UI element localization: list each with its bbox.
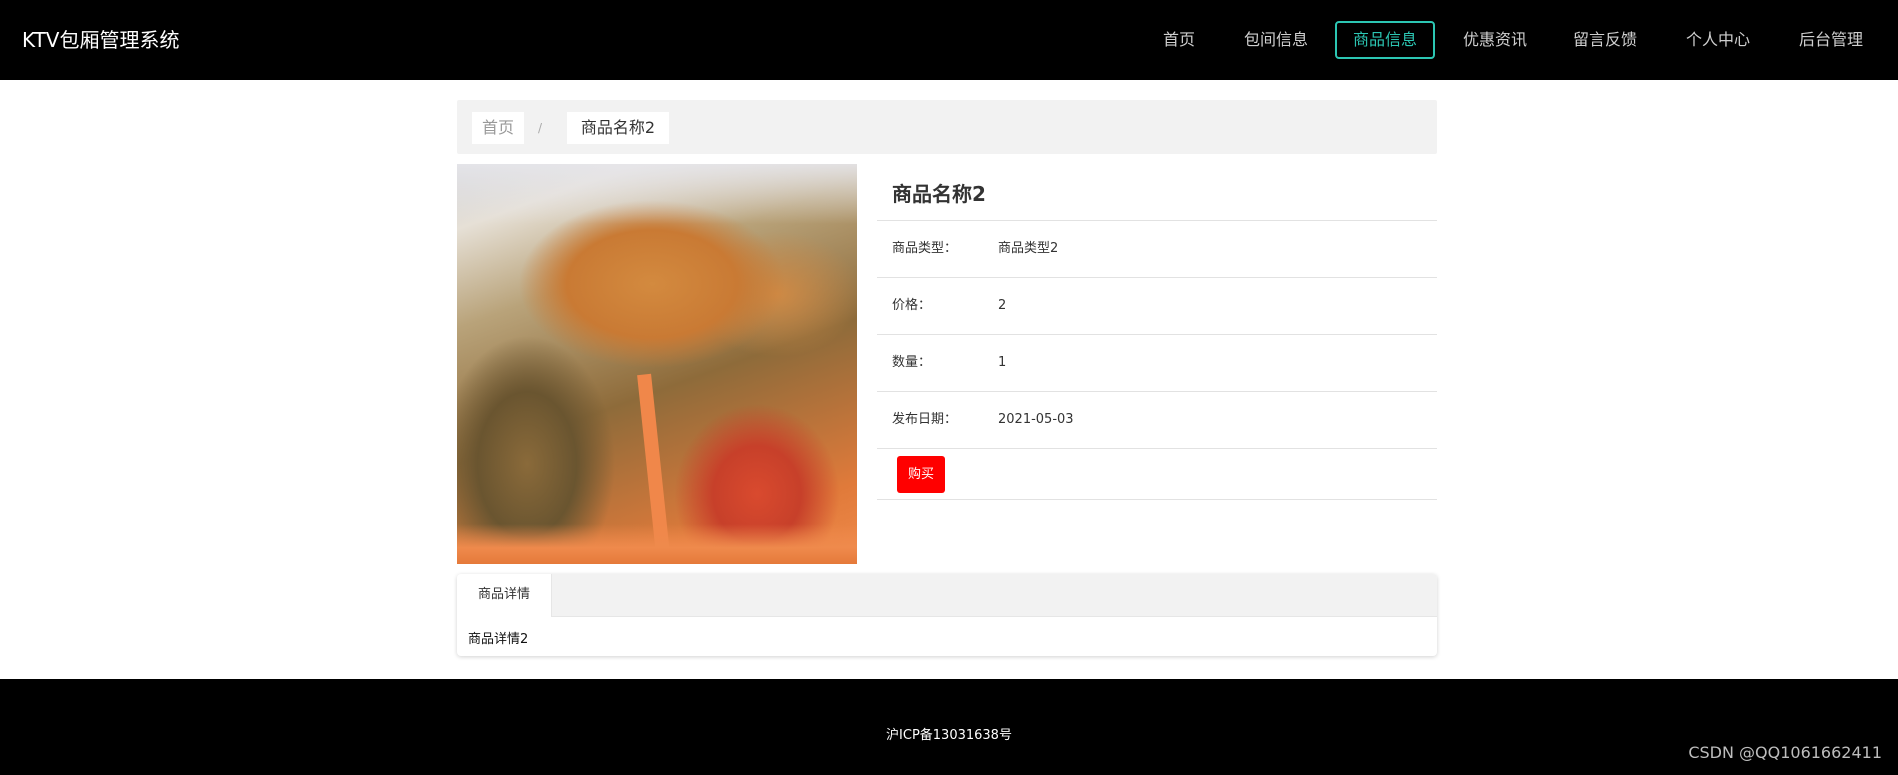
watermark: CSDN @QQ1061662411 [1688,743,1882,762]
field-label-date: 发布日期： [892,412,958,427]
field-value-date: 2021-05-03 [998,412,1074,427]
nav-item-admin[interactable]: 后台管理 [1790,21,1872,59]
breadcrumb-home-link[interactable]: 首页 [472,112,524,144]
photo-tray-edge [457,524,857,564]
breadcrumb-separator: / [538,121,543,135]
nav-item-rooms[interactable]: 包间信息 [1236,21,1316,59]
nav-item-promotions[interactable]: 优惠资讯 [1454,21,1536,59]
top-navbar: KTV包厢管理系统 首页 包间信息 商品信息 优惠资讯 留言反馈 个人中心 后台… [0,0,1898,80]
divider [877,277,1437,278]
nav-item-products[interactable]: 商品信息 [1335,21,1435,59]
photo-plastic-wrap [457,164,857,224]
divider [877,499,1437,500]
tab-header: 商品详情 [457,574,1437,617]
breadcrumb-current: 商品名称2 [567,112,669,144]
product-photo [457,164,857,564]
divider [877,220,1437,221]
site-brand[interactable]: KTV包厢管理系统 [22,26,179,54]
field-label-quantity: 数量： [892,355,932,370]
field-value-price: 2 [998,298,1007,313]
divider [877,334,1437,335]
tab-product-details[interactable]: 商品详情 [457,574,552,617]
icp-record: 沪ICP备13031638号 [886,728,1012,743]
breadcrumb: 首页 / 商品名称2 [457,100,1437,154]
buy-button[interactable]: 购买 [897,456,945,493]
field-label-type: 商品类型： [892,241,958,256]
field-value-quantity: 1 [998,355,1007,370]
tab-content: 商品详情2 [468,632,529,647]
footer: 沪ICP备13031638号 CSDN @QQ1061662411 [0,679,1898,775]
product-title: 商品名称2 [892,182,986,206]
nav-item-profile[interactable]: 个人中心 [1677,21,1759,59]
divider [877,448,1437,449]
nav-item-home[interactable]: 首页 [1155,21,1203,59]
field-label-price: 价格： [892,298,932,313]
divider [877,391,1437,392]
nav-item-feedback[interactable]: 留言反馈 [1565,21,1645,59]
detail-tab-panel: 商品详情 商品详情2 [457,574,1437,656]
field-value-type: 商品类型2 [998,241,1059,256]
